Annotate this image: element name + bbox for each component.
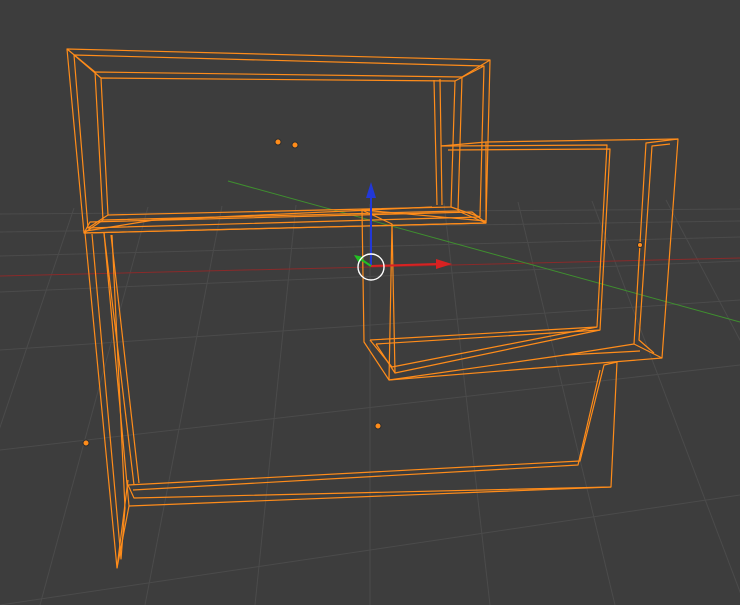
- viewport-canvas[interactable]: [0, 0, 740, 605]
- origin-point: [274, 138, 282, 146]
- selected-wireframe-object[interactable]: [66, 48, 679, 569]
- origin-point: [291, 141, 299, 149]
- gizmo-x-arrow-icon[interactable]: [436, 259, 452, 269]
- origin-point: [637, 242, 643, 248]
- gizmo-z-arrow-icon[interactable]: [366, 182, 376, 198]
- world-y-axis-line: [227, 180, 740, 323]
- 3d-viewport[interactable]: [0, 0, 740, 605]
- origin-point: [374, 422, 382, 430]
- origin-point: [82, 439, 90, 447]
